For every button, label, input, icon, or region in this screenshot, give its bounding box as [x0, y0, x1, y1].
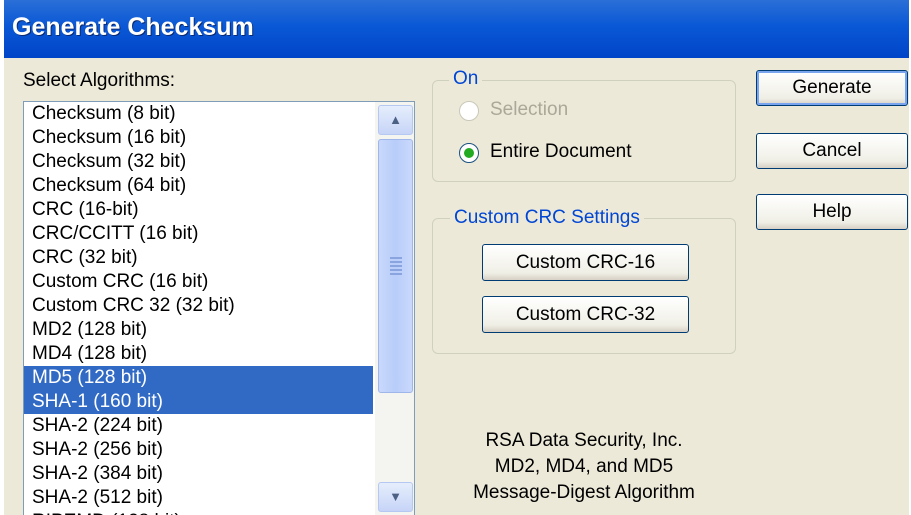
- chevron-down-icon: ▼: [389, 489, 402, 504]
- scroll-down-button[interactable]: ▼: [378, 482, 413, 512]
- list-item[interactable]: Checksum (16 bit): [24, 126, 373, 150]
- list-item[interactable]: SHA-2 (224 bit): [24, 414, 373, 438]
- list-item[interactable]: RIPEMD (128 bit): [24, 510, 373, 515]
- radio-checked-dot: [464, 148, 474, 158]
- custom-crc-group-legend: Custom CRC Settings: [450, 207, 644, 229]
- list-item[interactable]: Custom CRC 32 (32 bit): [24, 294, 373, 318]
- generate-checksum-dialog: Generate Checksum Select Algorithms: Che…: [4, 0, 909, 515]
- scroll-thumb[interactable]: [378, 139, 413, 393]
- list-item[interactable]: Custom CRC (16 bit): [24, 270, 373, 294]
- custom-crc16-button[interactable]: Custom CRC-16: [482, 244, 689, 281]
- on-groupbox: [432, 80, 736, 182]
- list-item[interactable]: CRC/CCITT (16 bit): [24, 222, 373, 246]
- entire-document-radio-label: Entire Document: [490, 141, 632, 162]
- list-item[interactable]: MD4 (128 bit): [24, 342, 373, 366]
- scroll-up-button[interactable]: ▲: [378, 105, 413, 135]
- select-algorithms-label: Select Algorithms:: [23, 70, 176, 91]
- generate-button[interactable]: Generate: [756, 70, 908, 106]
- list-item[interactable]: MD2 (128 bit): [24, 318, 373, 342]
- algorithm-list: Checksum (8 bit) Checksum (16 bit) Checksu…: [24, 102, 373, 515]
- list-item[interactable]: Checksum (8 bit): [24, 102, 373, 126]
- algorithm-listbox[interactable]: Checksum (8 bit) Checksum (16 bit) Checksu…: [23, 101, 415, 515]
- list-item[interactable]: SHA-2 (512 bit): [24, 486, 373, 510]
- help-button[interactable]: Help: [756, 194, 908, 230]
- chevron-up-icon: ▲: [389, 112, 402, 127]
- list-item[interactable]: CRC (16-bit): [24, 198, 373, 222]
- cancel-button[interactable]: Cancel: [756, 133, 908, 169]
- list-item[interactable]: Checksum (32 bit): [24, 150, 373, 174]
- info-line-3: Message-Digest Algorithm: [473, 482, 695, 503]
- info-line-1: RSA Data Security, Inc.: [485, 430, 683, 451]
- on-group-legend: On: [449, 68, 483, 90]
- title-bar[interactable]: Generate Checksum: [4, 0, 909, 58]
- list-item[interactable]: Checksum (64 bit): [24, 174, 373, 198]
- list-item[interactable]: SHA-2 (384 bit): [24, 462, 373, 486]
- selection-radio[interactable]: [459, 101, 479, 121]
- list-item[interactable]: SHA-1 (160 bit): [24, 390, 373, 414]
- window-title: Generate Checksum: [12, 13, 254, 41]
- custom-crc32-button[interactable]: Custom CRC-32: [482, 296, 689, 333]
- algorithm-info-text: RSA Data Security, Inc. MD2, MD4, and MD…: [434, 428, 734, 506]
- list-item[interactable]: MD5 (128 bit): [24, 366, 373, 390]
- selection-radio-label: Selection: [490, 99, 569, 120]
- entire-document-radio[interactable]: [459, 143, 479, 163]
- list-item[interactable]: SHA-2 (256 bit): [24, 438, 373, 462]
- grip-icon: [390, 257, 402, 275]
- list-item[interactable]: CRC (32 bit): [24, 246, 373, 270]
- info-line-2: MD2, MD4, and MD5: [494, 456, 674, 477]
- custom-crc-groupbox: [432, 218, 736, 354]
- list-scrollbar[interactable]: ▲ ▼: [375, 102, 414, 515]
